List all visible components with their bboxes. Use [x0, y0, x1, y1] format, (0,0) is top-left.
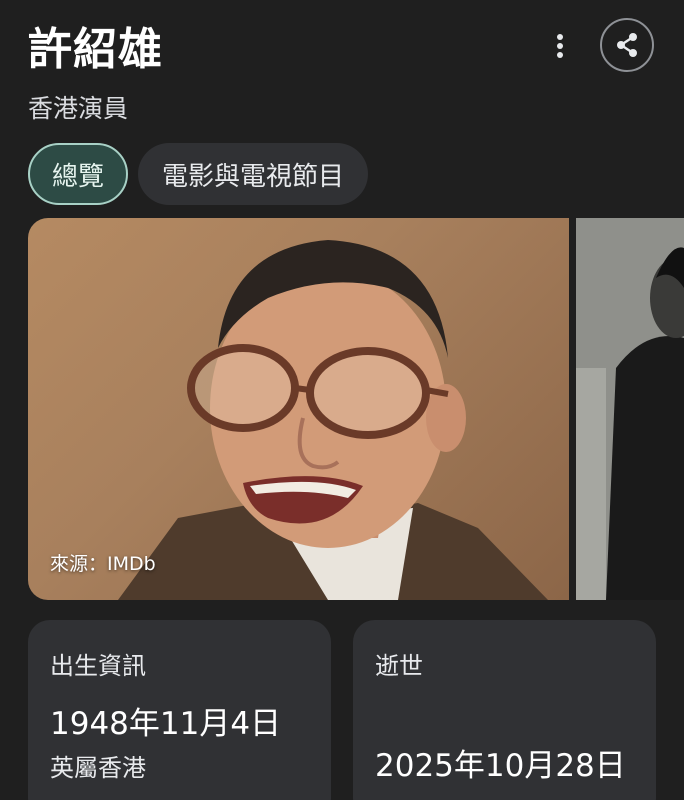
portrait-photo[interactable]: 來源：IMDb [28, 218, 569, 600]
tab-overview[interactable]: 總覽 [28, 143, 129, 205]
image-carousel[interactable]: 來源：IMDb [28, 218, 684, 600]
death-info-label: 逝世 [375, 652, 423, 680]
page-subtitle: 香港演員 [28, 94, 129, 123]
tab-movies-tv[interactable]: 電影與電視節目 [138, 143, 369, 205]
panel-header: 許紹雄 香港演員 [0, 0, 684, 135]
page-title: 許紹雄 [28, 24, 163, 75]
birth-info-card[interactable]: 出生資訊 1948年11月4日 英屬香港 [28, 620, 331, 800]
more-options-button[interactable] [544, 30, 576, 62]
tab-bar: 總覽 電影與電視節目 [28, 143, 369, 205]
secondary-photo[interactable] [576, 218, 684, 600]
birth-info-label: 出生資訊 [50, 652, 146, 680]
death-date: 2025年10月28日 [375, 748, 626, 784]
birth-date: 1948年11月4日 [50, 706, 282, 742]
portrait-illustration [118, 240, 548, 600]
death-info-card[interactable]: 逝世 2025年10月28日 [353, 620, 656, 800]
knowledge-panel: 許紹雄 香港演員 總覽 電影與電視節目 來源：IMDb 出生資訊 1948年11… [0, 0, 684, 800]
birth-place: 英屬香港 [50, 754, 146, 782]
share-icon [617, 33, 637, 57]
image-source-caption: 來源：IMDb [50, 553, 156, 575]
secondary-photo-illustration [576, 218, 684, 600]
share-button[interactable] [600, 18, 654, 72]
more-vert-icon [557, 34, 563, 58]
